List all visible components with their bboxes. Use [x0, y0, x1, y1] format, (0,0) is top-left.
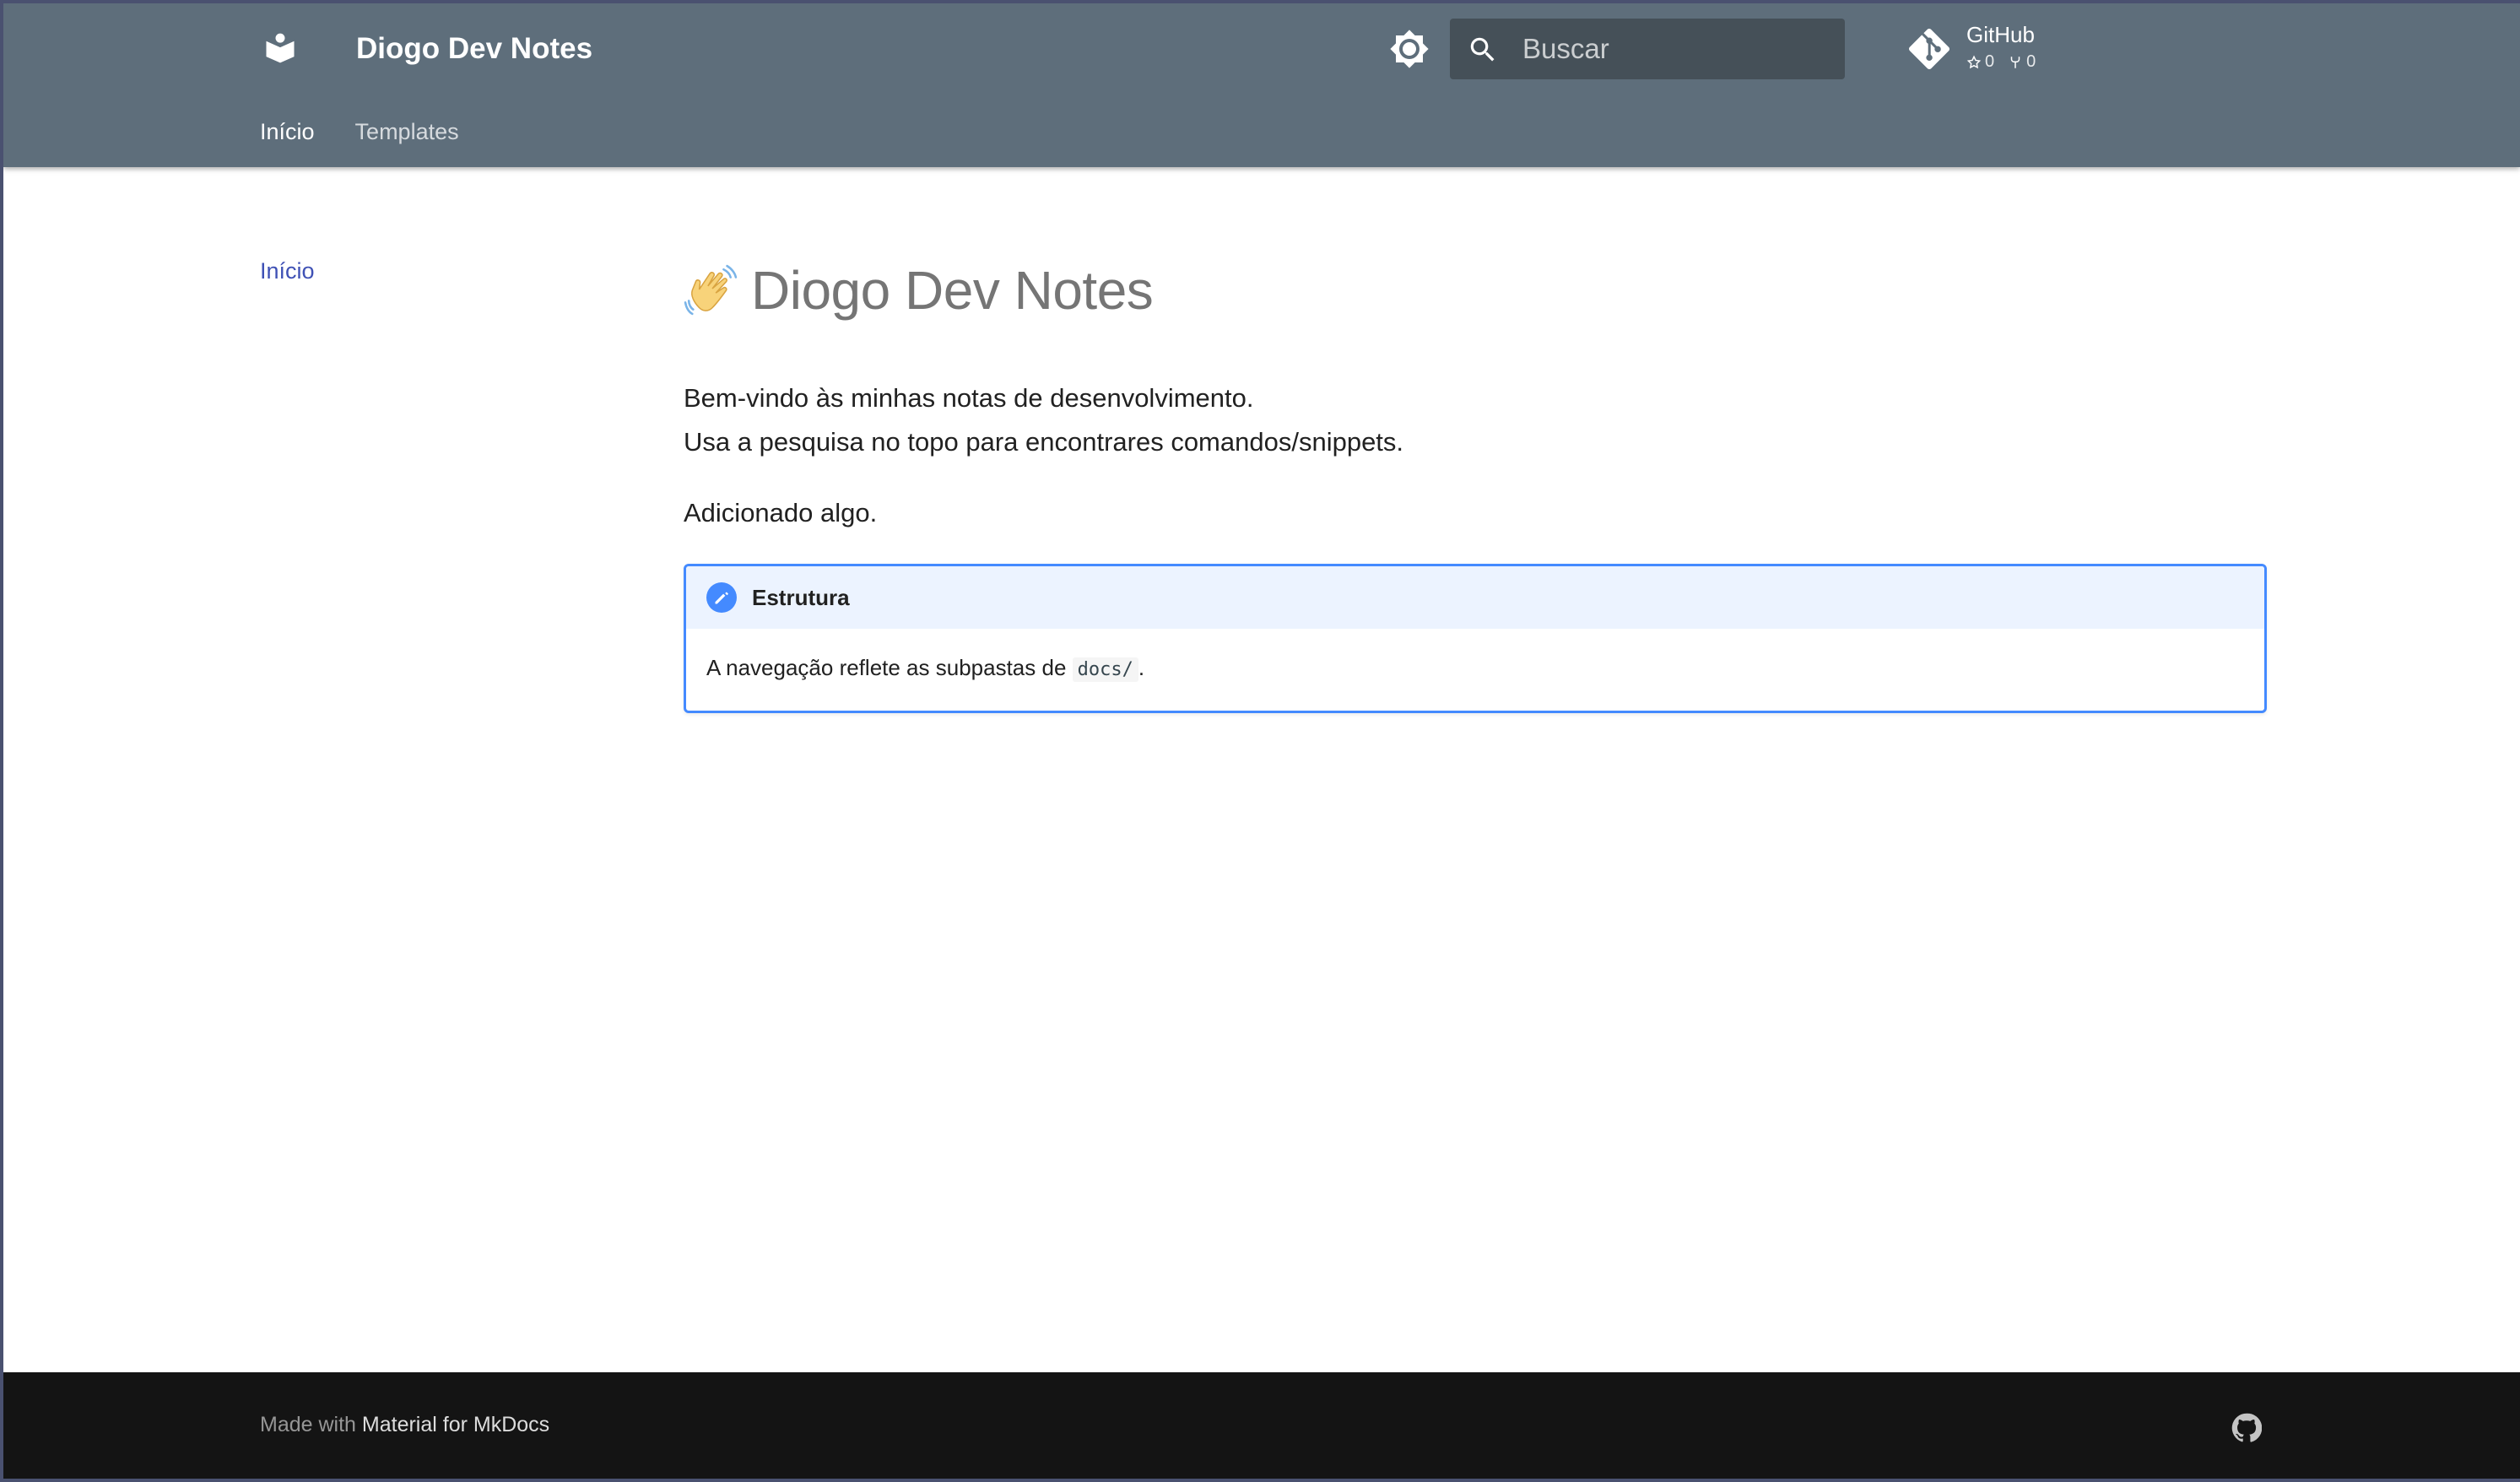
- github-icon[interactable]: [2231, 1413, 2262, 1443]
- site-header: Diogo Dev Notes GitHub 0: [3, 3, 2520, 167]
- star-icon: [1966, 55, 1982, 68]
- page-title: Diogo Dev Notes: [684, 248, 2267, 333]
- page-title-text: Diogo Dev Notes: [751, 260, 1154, 321]
- update-paragraph: Adicionado algo.: [684, 498, 878, 527]
- book-reader-icon[interactable]: [260, 27, 300, 69]
- tab-inicio[interactable]: Início: [260, 113, 315, 150]
- material-mkdocs-link[interactable]: Material for MkDocs: [362, 1413, 549, 1436]
- search-icon[interactable]: [1467, 34, 1499, 66]
- admonition-text: A navegação reflete as subpastas de: [706, 655, 1073, 680]
- repo-facts: 0 0: [1966, 52, 2036, 72]
- note-admonition: Estrutura A navegação reflete as subpast…: [684, 564, 2267, 713]
- admonition-title: Estrutura: [686, 566, 2264, 629]
- site-title[interactable]: Diogo Dev Notes: [356, 29, 592, 69]
- header-tabs: Início Templates: [260, 113, 459, 150]
- main-content: Diogo Dev Notes Bem-vindo às minhas nota…: [684, 248, 2267, 713]
- made-with-label: Made with: [260, 1413, 356, 1436]
- git-icon: [1909, 29, 1949, 69]
- pencil-icon: [706, 582, 737, 613]
- search-box[interactable]: [1450, 19, 1845, 79]
- intro-line-2: Usa a pesquisa no topo para encontrares …: [684, 427, 1404, 457]
- admonition-body: A navegação reflete as subpastas de docs…: [686, 629, 2264, 711]
- admonition-text-end: .: [1138, 655, 1145, 680]
- repo-forks-count: 0: [2026, 52, 2036, 71]
- sidebar-item-inicio[interactable]: Início: [260, 258, 315, 284]
- intro-paragraph: Bem-vindo às minhas notas de desenvolvim…: [684, 376, 2267, 464]
- brightness-icon: [1390, 30, 1429, 68]
- repo-stars-count: 0: [1985, 52, 1995, 71]
- intro-line-1: Bem-vindo às minhas notas de desenvolvim…: [684, 383, 1254, 413]
- fork-icon: [2010, 56, 2020, 68]
- browser-viewport: Diogo Dev Notes GitHub 0: [0, 0, 2520, 1482]
- inline-code: docs/: [1072, 657, 1138, 682]
- repo-stars: 0: [1966, 52, 1994, 72]
- waving-hand-icon: [684, 264, 738, 316]
- theme-toggle-button[interactable]: [1387, 29, 1431, 69]
- tab-templates[interactable]: Templates: [355, 113, 459, 150]
- admonition-title-text: Estrutura: [752, 584, 850, 610]
- repo-link[interactable]: GitHub 0 0: [1909, 19, 2095, 79]
- site-footer: Made with Material for MkDocs: [3, 1372, 2520, 1479]
- repo-forks: 0: [2008, 52, 2036, 72]
- made-with-text: Made with Material for MkDocs: [260, 1413, 549, 1437]
- repo-name: GitHub: [1966, 22, 2035, 47]
- search-input[interactable]: [1522, 30, 1826, 68]
